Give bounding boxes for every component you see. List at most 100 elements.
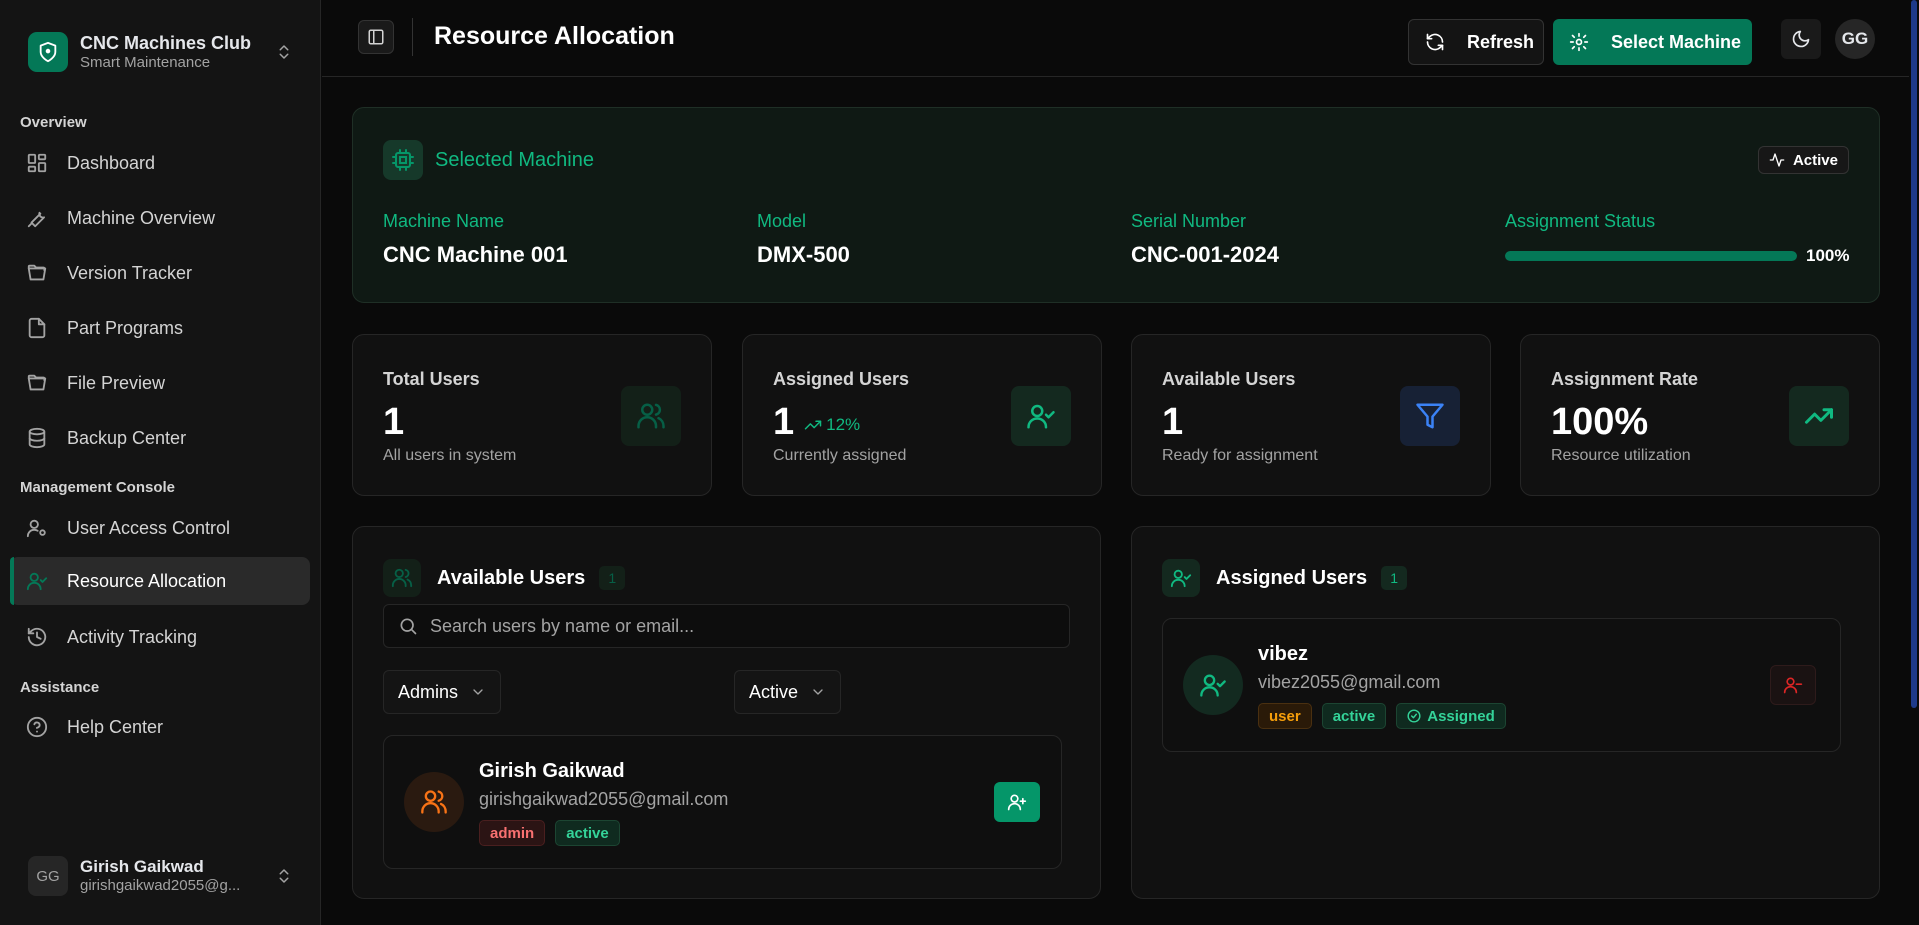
panel-title: Assigned Users xyxy=(1216,566,1368,589)
count-badge: 1 xyxy=(1381,566,1408,590)
settings-icon xyxy=(1569,32,1589,52)
page-title: Resource Allocation xyxy=(434,22,675,50)
sidebar-item-label: Part Programs xyxy=(67,317,184,338)
assignment-progress: 100% xyxy=(1505,246,1849,266)
tag-group: admin active xyxy=(479,820,630,846)
refresh-button[interactable]: Refresh xyxy=(1408,19,1544,65)
sidebar-item-version-tracker[interactable]: Version Tracker xyxy=(10,249,310,297)
selected-machine-card: Selected Machine Active Machine Name CNC… xyxy=(352,107,1880,303)
sidebar-item-backup-center[interactable]: Backup Center xyxy=(10,414,310,462)
stat-label: Total Users xyxy=(383,369,480,389)
sidebar-item-dashboard[interactable]: Dashboard xyxy=(10,139,310,187)
available-users-panel: Available Users 1 Admins Active Girish G… xyxy=(352,526,1101,899)
tag-group: user active Assigned xyxy=(1258,703,1516,729)
sidebar-item-label: Version Tracker xyxy=(67,262,193,283)
user-email: girishgaikwad2055@g... xyxy=(80,877,241,894)
list-item: Girish Gaikwad girishgaikwad2055@gmail.c… xyxy=(383,735,1062,869)
assign-user-button[interactable] xyxy=(994,782,1040,822)
refresh-icon xyxy=(1425,32,1445,52)
status-filter-select[interactable]: Active xyxy=(734,670,842,714)
chevron-down-icon xyxy=(458,684,486,700)
group-label-management-console: Management Console xyxy=(20,479,176,496)
trending-up-icon xyxy=(804,416,826,434)
status-badge-label: Active xyxy=(1792,151,1838,169)
stat-card-assignment-rate: Assignment Rate 100% Resource utilizatio… xyxy=(1520,334,1880,496)
chevrons-up-down-icon xyxy=(275,865,293,887)
stat-subtitle: Currently assigned xyxy=(773,447,907,464)
user-check-icon xyxy=(1162,559,1200,597)
role-filter-select[interactable]: Admins xyxy=(383,670,502,714)
user-name: vibez xyxy=(1258,643,1309,665)
sidebar: CNC Machines Club Smart Maintenance Over… xyxy=(0,0,321,925)
sidebar-item-part-programs[interactable]: Part Programs xyxy=(10,304,310,352)
sidebar-item-label: Machine Overview xyxy=(67,207,216,228)
sidebar-item-file-preview[interactable]: File Preview xyxy=(10,359,310,407)
user-minus-icon xyxy=(1783,675,1803,695)
check-circle-icon xyxy=(1407,709,1427,723)
avatar[interactable]: GG xyxy=(1835,19,1875,59)
select-machine-button[interactable]: Select Machine xyxy=(1553,19,1752,65)
user-check-icon xyxy=(1183,655,1243,715)
progress-fill xyxy=(1505,251,1797,261)
stat-number: 1 xyxy=(773,401,795,443)
users-icon xyxy=(404,772,464,832)
user-menu[interactable]: GG Girish Gaikwad girishgaikwad2055@g... xyxy=(28,851,293,901)
unassign-user-button[interactable] xyxy=(1770,665,1816,705)
search-box xyxy=(383,604,1070,648)
stat-value: 100% xyxy=(1551,401,1648,444)
sidebar-item-label: Backup Center xyxy=(67,427,187,448)
stat-card-total-users: Total Users 1 All users in system xyxy=(352,334,712,496)
sidebar-item-machine-overview[interactable]: Machine Overview xyxy=(10,194,310,242)
stat-subtitle: Ready for assignment xyxy=(1162,447,1318,464)
role-tag: admin xyxy=(479,820,546,846)
brand-switcher[interactable]: CNC Machines Club Smart Maintenance xyxy=(28,24,293,80)
stat-number: 1 xyxy=(1162,401,1184,443)
grid-icon xyxy=(26,152,48,174)
stat-number: 100% xyxy=(1551,401,1649,443)
filter-icon xyxy=(1400,386,1460,446)
chevrons-up-down-icon xyxy=(275,41,293,63)
field-label: Model xyxy=(757,211,807,231)
status-tag: active xyxy=(555,820,620,846)
sidebar-toggle-button[interactable] xyxy=(358,20,394,54)
list-item: vibez vibez2055@gmail.com user active As… xyxy=(1162,618,1841,752)
model-field: Model DMX-500 xyxy=(757,211,850,268)
progress-label: 100% xyxy=(1806,246,1850,265)
status-tag: active xyxy=(1321,703,1387,729)
trend-indicator: 12% xyxy=(804,415,860,435)
sidebar-item-label: Dashboard xyxy=(67,152,156,173)
count-badge: 1 xyxy=(599,566,626,590)
assigned-label: Assigned xyxy=(1427,707,1495,725)
stat-number: 1 xyxy=(383,401,405,443)
stat-value: 1 xyxy=(383,401,404,444)
select-machine-label: Select Machine xyxy=(1611,31,1742,52)
sidebar-item-resource-allocation[interactable]: Resource Allocation xyxy=(10,557,310,605)
role-tag: user xyxy=(1258,703,1312,729)
sidebar-item-label: Resource Allocation xyxy=(67,570,227,591)
user-check-icon xyxy=(26,570,48,592)
users-icon xyxy=(621,386,681,446)
field-value: DMX-500 xyxy=(757,242,850,267)
stat-value: 1 12% xyxy=(773,401,860,444)
user-email: girishgaikwad2055@gmail.com xyxy=(479,789,729,809)
user-cog-icon xyxy=(26,517,48,539)
sidebar-item-label: User Access Control xyxy=(67,517,231,538)
stat-card-assigned-users: Assigned Users 1 12% Currently assigned xyxy=(742,334,1102,496)
sidebar-item-activity-tracking[interactable]: Activity Tracking xyxy=(10,613,310,661)
role-filter-value: Admins xyxy=(398,681,459,702)
theme-toggle-button[interactable] xyxy=(1781,19,1821,59)
field-value: CNC-001-2024 xyxy=(1131,242,1279,267)
avatar: GG xyxy=(28,856,68,896)
brand-name: CNC Machines Club xyxy=(80,33,252,53)
search-input[interactable] xyxy=(430,615,1050,637)
user-name: Girish Gaikwad xyxy=(479,760,625,782)
group-label-overview: Overview xyxy=(20,114,87,131)
file-icon xyxy=(26,317,48,339)
top-bar: Resource Allocation Refresh Select Machi… xyxy=(322,0,1919,77)
sidebar-item-user-access-control[interactable]: User Access Control xyxy=(10,504,310,552)
sidebar-item-help-center[interactable]: Help Center xyxy=(10,703,310,751)
divider xyxy=(412,18,413,56)
scrollbar-thumb[interactable] xyxy=(1911,0,1917,708)
help-circle-icon xyxy=(26,716,48,738)
user-name: Girish Gaikwad xyxy=(80,857,204,876)
